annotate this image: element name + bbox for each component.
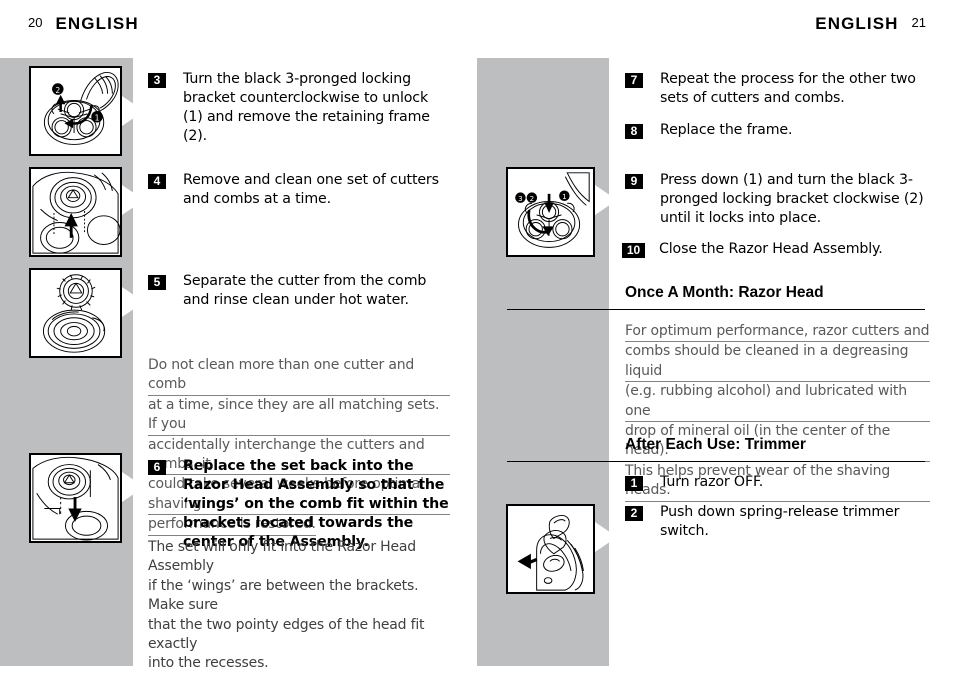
figure-pointer-notch-3: [122, 96, 144, 126]
note-line: combs should be cleaned in a degreasing …: [625, 342, 930, 383]
svg-text:3: 3: [518, 194, 523, 203]
note-line: at a time, since they are all matching s…: [148, 396, 450, 436]
step-number-badge: 7: [625, 73, 643, 88]
section-title: After Each Use: Trimmer: [625, 436, 806, 453]
section-after-each-use-trimmer: After Each Use: Trimmer: [625, 436, 930, 454]
step-number-badge: 1: [625, 476, 643, 491]
paragraph-line: that the two pointy edges of the head fi…: [148, 616, 425, 653]
svg-text:1: 1: [562, 192, 567, 201]
step-number-badge: 6: [148, 460, 166, 475]
figure-pointer-notch-6: [122, 472, 144, 502]
svg-text:1: 1: [95, 114, 100, 123]
manual-page-spread: 20 ENGLISH ENGLISH 21 2 1 3 2 1 3 Turn t…: [0, 0, 954, 673]
step-number-badge: 4: [148, 174, 166, 189]
page-title-left: ENGLISH: [55, 14, 139, 33]
paragraph-wings-fit: The set will only fit into the Razor Hea…: [148, 538, 453, 674]
trimmer-step-1: 1 Turn razor OFF.: [625, 473, 925, 492]
svg-text:2: 2: [530, 194, 535, 203]
page-number-left: 20: [28, 15, 43, 30]
step-text: Replace the frame.: [660, 122, 793, 138]
svg-text:2: 2: [55, 86, 60, 95]
note-line: Do not clean more than one cutter and co…: [148, 356, 450, 396]
trimmer-step-2: 2 Push down spring-release trimmer switc…: [625, 503, 930, 541]
header-right: ENGLISH 21: [815, 14, 926, 42]
step-text: Turn the black 3-pronged locking bracket…: [183, 71, 430, 144]
step-8: 8 Replace the frame.: [625, 121, 925, 140]
note-line: For optimum performance, razor cutters a…: [625, 322, 930, 343]
section-rule-once-a-month: [507, 309, 925, 310]
step-text: Push down spring-release trimmer switch.: [660, 504, 900, 539]
step-number-badge: 3: [148, 73, 166, 88]
header-left: 20 ENGLISH: [28, 14, 139, 42]
paragraph-line: The set will only fit into the Razor Hea…: [148, 539, 416, 575]
step-3: 3 Turn the black 3-pronged locking brack…: [148, 70, 448, 146]
step-text: Press down (1) and turn the black 3-pron…: [660, 172, 924, 226]
step-text: Remove and clean one set of cutters and …: [183, 172, 439, 207]
step-number-badge: 2: [625, 506, 643, 521]
step-text: Repeat the process for the other two set…: [660, 71, 916, 106]
section-rule-trimmer: [507, 461, 925, 462]
figure-pointer-notch-5: [122, 287, 144, 317]
step-number-badge: 5: [148, 275, 166, 290]
figure-lock-bracket-clockwise: 3 2 1: [506, 167, 595, 257]
page-title-right: ENGLISH: [815, 14, 899, 33]
step-text: Turn razor OFF.: [660, 474, 764, 490]
paragraph-line: into the recesses.: [148, 655, 269, 672]
section-title: Once A Month: Razor Head: [625, 284, 824, 301]
step-text: Separate the cutter from the comb and ri…: [183, 273, 427, 308]
note-line: (e.g. rubbing alcohol) and lubricated wi…: [625, 382, 930, 423]
step-7: 7 Repeat the process for the other two s…: [625, 70, 925, 108]
figure-remove-cutter-comb-set: [29, 167, 122, 257]
figure-cutter-separated-from-comb: [29, 268, 122, 358]
step-10: 10 Close the Razor Head Assembly.: [622, 240, 922, 259]
figure-razor-head-unlock-bracket: 2 1: [29, 66, 122, 156]
step-number-badge: 10: [622, 243, 645, 258]
step-9: 9 Press down (1) and turn the black 3-pr…: [625, 171, 925, 228]
step-number-badge: 8: [625, 124, 643, 139]
step-5: 5 Separate the cutter from the comb and …: [148, 272, 448, 310]
step-4: 4 Remove and clean one set of cutters an…: [148, 171, 448, 209]
figure-replace-set-into-head: [29, 453, 122, 543]
paragraph-line: if the ‘wings’ are between the brackets.…: [148, 577, 419, 614]
figure-pointer-notch-4: [122, 185, 144, 215]
step-text: Close the Razor Head Assembly.: [659, 241, 883, 257]
section-once-a-month: Once A Month: Razor Head: [625, 284, 930, 302]
step-number-badge: 9: [625, 174, 643, 189]
page-number-right: 21: [911, 15, 926, 30]
figure-trimmer-spring-release: [506, 504, 595, 594]
